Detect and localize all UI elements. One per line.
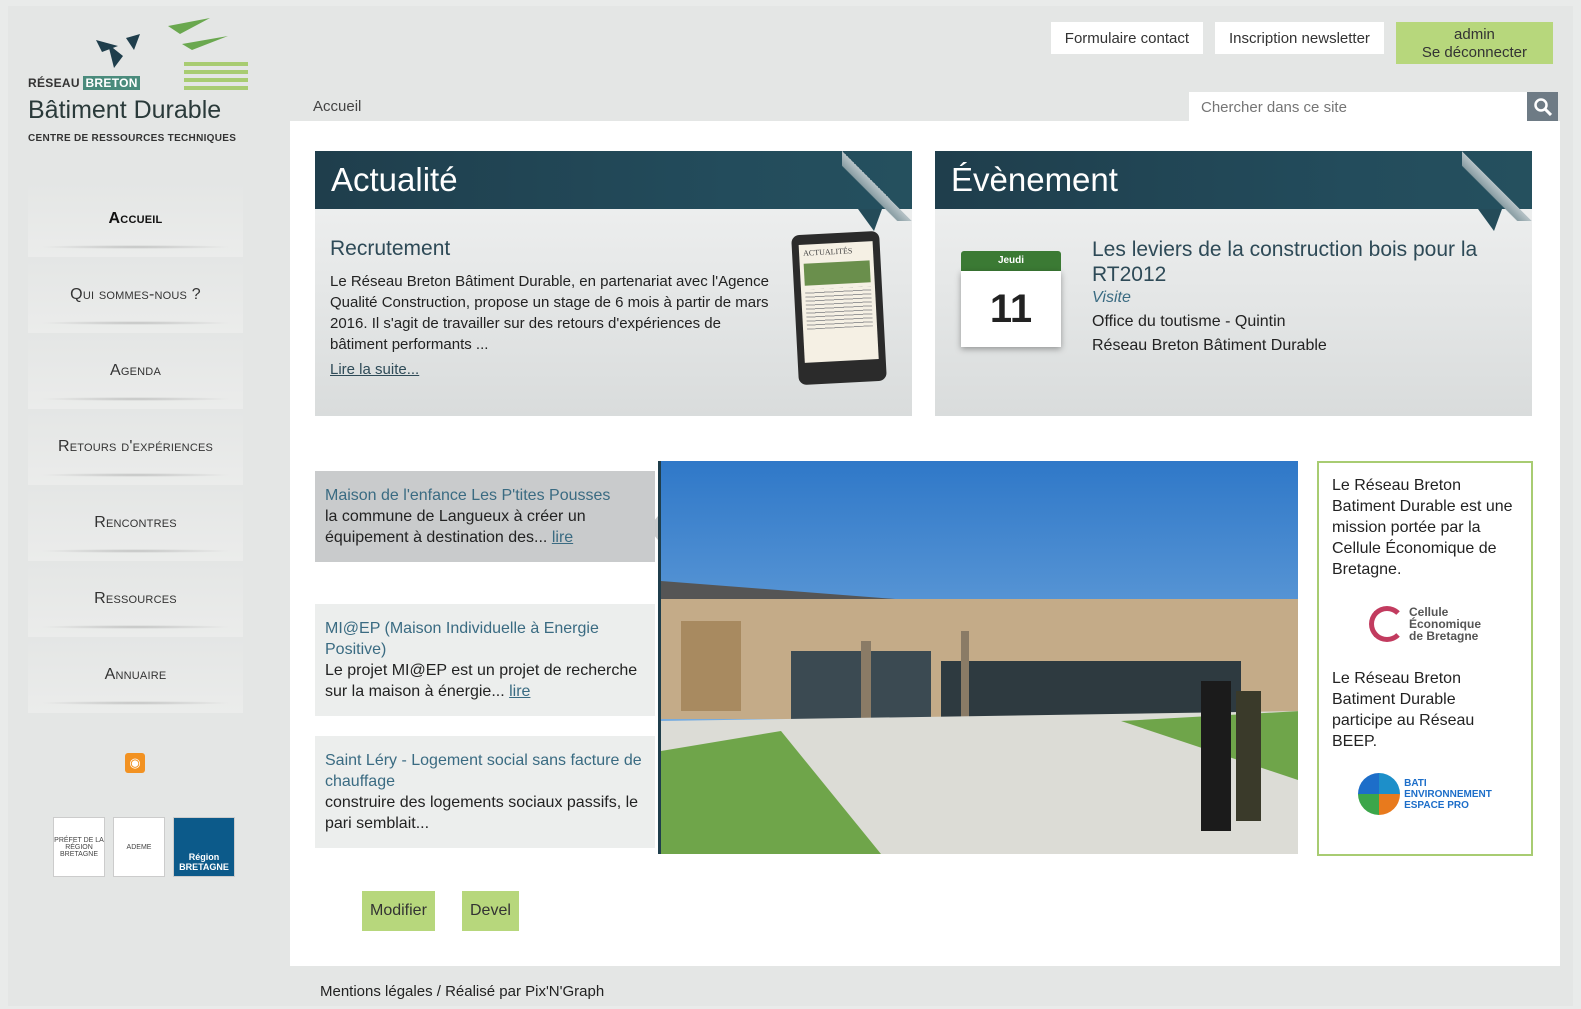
- slide-title[interactable]: MI@EP (Maison Individuelle à Energie Pos…: [325, 618, 645, 660]
- rss-icon[interactable]: ◉: [125, 753, 145, 773]
- cellule-economique-logo[interactable]: Cellule Économique de Bretagne: [1355, 594, 1495, 654]
- sidebar-item-qui-sommes-nous[interactable]: Qui sommes-nous ?: [28, 257, 243, 333]
- search-input[interactable]: [1189, 92, 1529, 122]
- logout-link[interactable]: Se déconnecter: [1422, 44, 1527, 62]
- beep-logo[interactable]: BATI ENVIRONNEMENT ESPACE PRO: [1355, 764, 1495, 824]
- building-photo: [661, 461, 1298, 854]
- event-organizer: Réseau Breton Bâtiment Durable: [1092, 337, 1327, 354]
- event-type: Visite: [1092, 289, 1131, 306]
- modify-button[interactable]: Modifier: [362, 891, 435, 931]
- footer-text[interactable]: Mentions légales / Réalisé par Pix'N'Gra…: [320, 983, 604, 1000]
- search-icon: [1533, 98, 1552, 116]
- sidebar-item-agenda[interactable]: Agenda: [28, 333, 243, 409]
- sidebar-item-rencontres[interactable]: Rencontres: [28, 485, 243, 561]
- partner-logos: PRÉFET DE LA RÉGION BRETAGNE ADEME Régio…: [53, 817, 235, 877]
- logo-line1: RÉSEAU BRETON: [28, 76, 140, 90]
- slide-read-link[interactable]: lire: [509, 683, 530, 700]
- news-title[interactable]: Recrutement: [330, 237, 450, 261]
- search-button[interactable]: [1527, 92, 1558, 122]
- devel-button[interactable]: Devel: [462, 891, 519, 931]
- slide-item[interactable]: MI@EP (Maison Individuelle à Energie Pos…: [315, 604, 655, 716]
- newsletter-link[interactable]: Inscription newsletter: [1215, 22, 1384, 54]
- sidebar-nav: Accueil Qui sommes-nous ? Agenda Retours…: [28, 181, 243, 877]
- slide-title[interactable]: Saint Léry - Logement social sans factur…: [325, 750, 645, 792]
- slide-text: construire des logements sociaux passifs…: [325, 794, 639, 832]
- breadcrumb[interactable]: Accueil: [313, 98, 361, 115]
- slide-text: Le projet MI@EP est un projet de recherc…: [325, 662, 638, 700]
- slide-read-link[interactable]: lire: [552, 529, 573, 546]
- tablet-news-icon: ACTUALITÉS: [791, 230, 887, 386]
- logo-line3: CENTRE DE RESSOURCES TECHNIQUES: [28, 133, 237, 144]
- slide-item[interactable]: Saint Léry - Logement social sans factur…: [315, 736, 655, 848]
- news-text: Le Réseau Breton Bâtiment Durable, en pa…: [330, 273, 769, 353]
- event-header: Évènement: [935, 151, 1532, 231]
- featured-photo[interactable]: [658, 461, 1298, 854]
- info-text-2: Le Réseau Breton Batiment Durable partic…: [1332, 670, 1475, 750]
- sidebar-item-retours[interactable]: Retours d'expériences: [28, 409, 243, 485]
- admin-username[interactable]: admin: [1422, 26, 1527, 44]
- page-wrapper: RÉSEAU BRETON Bâtiment Durable CENTRE DE…: [8, 6, 1573, 1006]
- top-links: Formulaire contact Inscription newslette…: [1050, 22, 1553, 64]
- site-logo[interactable]: RÉSEAU BRETON Bâtiment Durable CENTRE DE…: [28, 16, 248, 146]
- partner-ademe-logo[interactable]: ADEME: [113, 817, 165, 877]
- tablet-label: ACTUALITÉS: [802, 246, 853, 258]
- main-content: Actualité Recrutement Le Réseau Breton B…: [290, 121, 1560, 966]
- slide-active-arrow: [648, 516, 658, 540]
- event-place: Office du toutisme - Quintin: [1092, 313, 1286, 330]
- contact-form-link[interactable]: Formulaire contact: [1050, 22, 1204, 54]
- partner-prefet-logo[interactable]: PRÉFET DE LA RÉGION BRETAGNE: [53, 817, 105, 877]
- news-header: Actualité: [315, 151, 912, 231]
- calendar-day: 11: [961, 271, 1061, 347]
- info-text-1: Le Réseau Breton Batiment Durable est un…: [1332, 477, 1513, 578]
- calendar-dayname: Jeudi: [961, 251, 1061, 271]
- sidebar-item-accueil[interactable]: Accueil: [28, 181, 243, 257]
- slide-title[interactable]: Maison de l'enfance Les P'tites Pousses: [325, 485, 645, 506]
- news-panel: Actualité Recrutement Le Réseau Breton B…: [315, 151, 912, 416]
- calendar-icon: Jeudi 11: [961, 251, 1061, 351]
- logo-line2: Bâtiment Durable: [28, 96, 222, 124]
- admin-box[interactable]: admin Se déconnecter: [1395, 22, 1553, 64]
- sidebar-item-annuaire[interactable]: Annuaire: [28, 637, 243, 713]
- partner-region-logo[interactable]: Région BRETAGNE: [173, 817, 235, 877]
- event-panel: Évènement Jeudi 11 Les leviers de la con…: [935, 151, 1532, 416]
- news-read-more-link[interactable]: Lire la suite...: [330, 361, 419, 378]
- slide-item[interactable]: Maison de l'enfance Les P'tites Pousses …: [315, 471, 655, 562]
- event-title[interactable]: Les leviers de la construction bois pour…: [1092, 237, 1492, 287]
- sidebar-item-ressources[interactable]: Ressources: [28, 561, 243, 637]
- slide-text: la commune de Langueux à créer un équipe…: [325, 508, 586, 546]
- info-box: Le Réseau Breton Batiment Durable est un…: [1317, 461, 1533, 856]
